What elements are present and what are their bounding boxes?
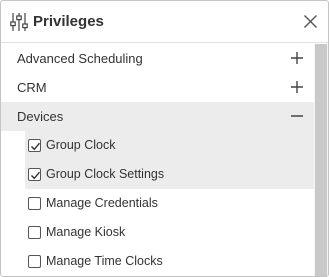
privileges-list: Advanced Scheduling CRM Devices Group Cl… <box>1 44 314 276</box>
group-crm[interactable]: CRM <box>1 73 314 102</box>
close-icon[interactable] <box>303 14 318 29</box>
list-item-manage-time-clocks[interactable]: Manage Time Clocks <box>25 247 314 276</box>
group-label: Devices <box>17 109 64 124</box>
group-devices[interactable]: Devices <box>1 102 314 131</box>
plus-icon[interactable] <box>290 51 304 65</box>
list-item-manage-credentials[interactable]: Manage Credentials <box>25 189 314 218</box>
minus-icon[interactable] <box>290 109 304 123</box>
checkbox-unchecked[interactable] <box>28 197 41 210</box>
sliders-icon <box>10 12 28 32</box>
list-item-group-clock-settings[interactable]: Group Clock Settings <box>25 160 314 189</box>
item-label: Manage Credentials <box>46 196 158 210</box>
panel-title: Privileges <box>33 13 104 30</box>
privileges-panel: Privileges Advanced Scheduling CRM Devic… <box>0 0 329 277</box>
checkbox-unchecked[interactable] <box>28 255 41 268</box>
item-label: Group Clock <box>46 138 116 152</box>
list-item-group-clock[interactable]: Group Clock <box>25 131 314 160</box>
item-label: Manage Kiosk <box>46 225 126 239</box>
checkbox-unchecked[interactable] <box>28 226 41 239</box>
item-label: Manage Time Clocks <box>46 254 163 268</box>
scrollbar-track[interactable] <box>314 44 328 276</box>
group-advanced-scheduling[interactable]: Advanced Scheduling <box>1 44 314 73</box>
plus-icon[interactable] <box>290 80 304 94</box>
item-label: Group Clock Settings <box>46 167 165 181</box>
checkbox-checked[interactable] <box>28 168 41 181</box>
list-item-manage-kiosk[interactable]: Manage Kiosk <box>25 218 314 247</box>
scrollbar-thumb[interactable] <box>315 44 327 276</box>
group-label: CRM <box>17 80 47 95</box>
panel-header: Privileges <box>1 1 328 43</box>
checkbox-checked[interactable] <box>28 139 41 152</box>
group-label: Advanced Scheduling <box>17 51 143 66</box>
